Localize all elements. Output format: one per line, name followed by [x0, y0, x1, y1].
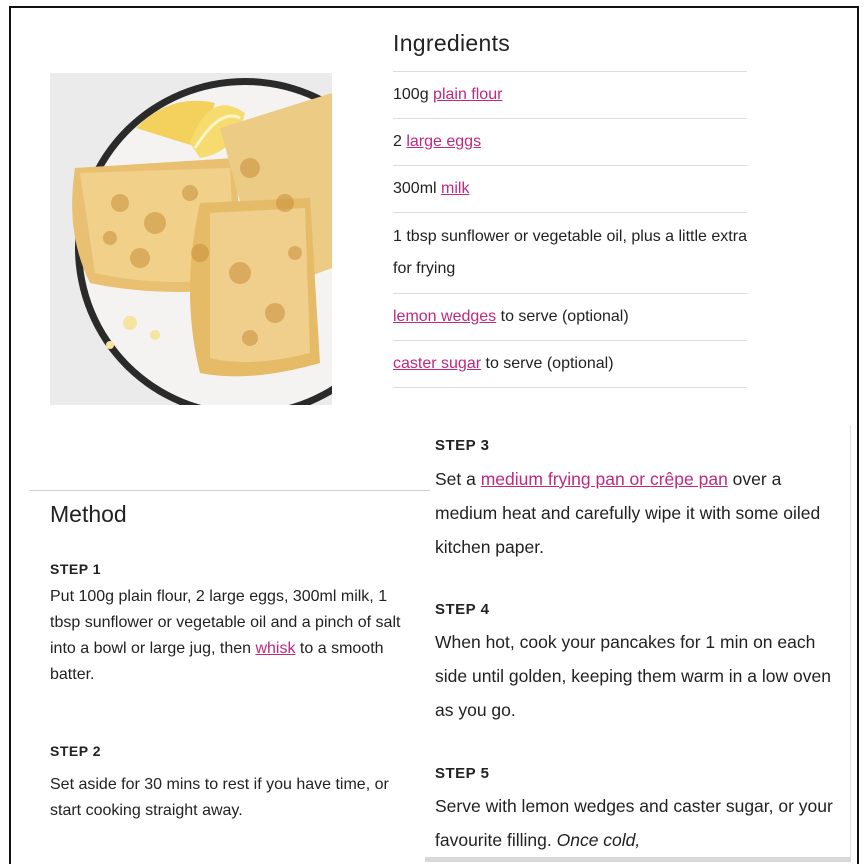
- ingredients-heading: Ingredients: [393, 30, 511, 56]
- ingredient-item: 100g plain flour: [393, 72, 747, 119]
- step-4-text: When hot, cook your pancakes for 1 min o…: [435, 632, 831, 720]
- ingredient-note: to serve (optional): [481, 355, 614, 372]
- ingredient-link-plain-flour[interactable]: plain flour: [433, 86, 502, 103]
- step-3-label: STEP 3: [435, 437, 490, 454]
- step-5-label: STEP 5: [435, 765, 490, 782]
- ingredient-item: 1 tbsp sunflower or vegetable oil, plus …: [393, 213, 747, 294]
- ingredient-note: to serve (optional): [496, 308, 629, 325]
- step-3-text-before: Set a: [435, 469, 481, 489]
- ingredient-item: 2 large eggs: [393, 119, 747, 166]
- ingredients-list: 100g plain flour 2 large eggs 300ml milk…: [393, 71, 747, 388]
- ingredient-item: caster sugar to serve (optional): [393, 341, 747, 388]
- method-heading: Method: [50, 501, 127, 527]
- step-2-text: Set aside for 30 mins to rest if you hav…: [50, 776, 389, 819]
- method-continued-panel: STEP 3 Set a medium frying pan or crêpe …: [425, 425, 851, 862]
- step-4-label: STEP 4: [435, 601, 490, 618]
- ingredient-quantity: 300ml: [393, 180, 442, 197]
- ingredient-item: lemon wedges to serve (optional): [393, 294, 747, 341]
- step-1-text: Put 100g plain flour, 2 large eggs, 300m…: [50, 584, 410, 688]
- step-1-label: STEP 1: [50, 561, 101, 577]
- whisk-link[interactable]: whisk: [255, 640, 295, 657]
- ingredient-link-lemon-wedges[interactable]: lemon wedges: [393, 308, 496, 325]
- ingredient-quantity: 2: [393, 133, 407, 150]
- ingredient-quantity: 100g: [393, 86, 434, 103]
- frying-pan-link[interactable]: medium frying pan or crêpe pan: [481, 469, 728, 489]
- pancake-image: [50, 73, 332, 405]
- ingredient-link-large-eggs[interactable]: large eggs: [406, 133, 481, 150]
- ingredients-section: Ingredients 100g plain flour 2 large egg…: [393, 30, 747, 388]
- ingredient-text: 1 tbsp sunflower or vegetable oil, plus …: [393, 228, 747, 277]
- method-section: Method STEP 1 Put 100g plain flour, 2 la…: [30, 490, 430, 861]
- step-3-text: Set a medium frying pan or crêpe pan ove…: [435, 462, 835, 564]
- step-5-text-italic: Once cold,: [556, 830, 641, 850]
- ingredient-link-milk[interactable]: milk: [441, 180, 469, 197]
- pancake-photo: [50, 73, 332, 405]
- step-2-label: STEP 2: [50, 743, 101, 759]
- ingredient-item: 300ml milk: [393, 166, 747, 213]
- step-5-text: Serve with lemon wedges and caster sugar…: [435, 789, 835, 857]
- ingredient-link-caster-sugar[interactable]: caster sugar: [393, 355, 481, 372]
